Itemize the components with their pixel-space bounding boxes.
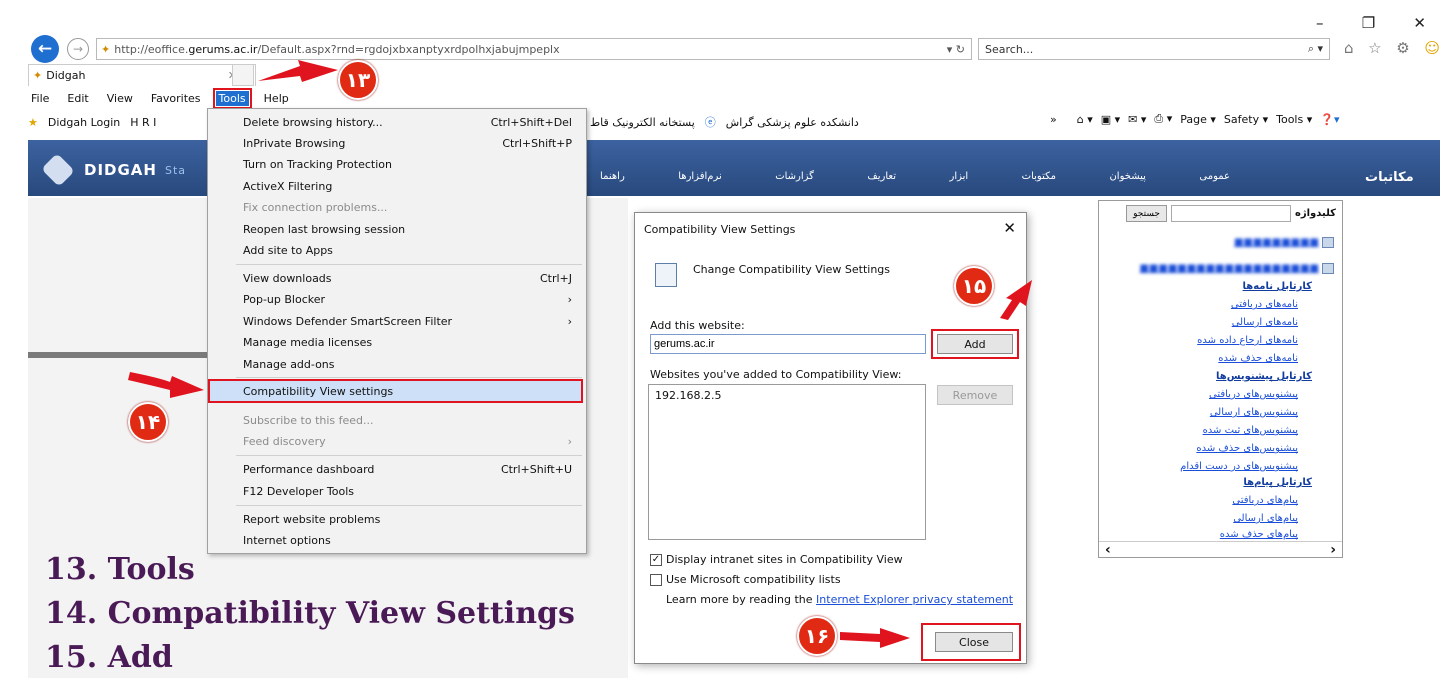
step-badge-14: ۱۴	[128, 402, 168, 442]
arrow-14	[128, 372, 204, 398]
arrow-16	[840, 628, 910, 648]
step-list: 13. Tools 14. Compatibility View Setting…	[45, 548, 575, 678]
arrow-13	[258, 60, 338, 82]
screenshot: – ❐ ✕ ← → ✦ http://eoffice. gerums.ac.ir /…	[0, 0, 1447, 678]
arrow-15	[1000, 280, 1032, 320]
step-badge-13: ۱۳	[338, 60, 378, 100]
step-badge-16: ۱۶	[797, 616, 837, 656]
step-14: 14. Compatibility View Settings	[45, 596, 575, 631]
step-badge-15: ۱۵	[954, 266, 994, 306]
step-13: 13. Tools	[45, 552, 195, 587]
step-15: 15. Add	[45, 640, 173, 675]
